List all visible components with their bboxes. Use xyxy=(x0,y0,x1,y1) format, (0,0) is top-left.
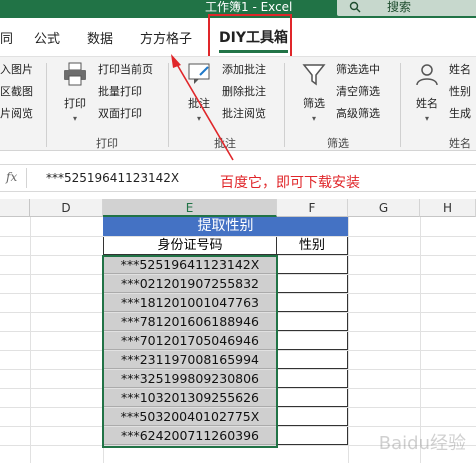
selection-border xyxy=(102,255,278,448)
select-all-corner[interactable] xyxy=(0,199,30,217)
sex-cell[interactable] xyxy=(277,256,348,274)
column-title-id[interactable]: 身份证号码 xyxy=(103,237,277,255)
column-header-d[interactable]: D xyxy=(30,199,103,217)
sex-cell[interactable] xyxy=(277,427,348,445)
sex-cell[interactable] xyxy=(277,294,348,312)
sex-cell[interactable] xyxy=(277,370,348,388)
sex-cell[interactable] xyxy=(277,313,348,331)
table-title-cell[interactable]: 提取性别 xyxy=(103,217,348,236)
column-header-g[interactable]: G xyxy=(348,199,420,217)
column-header-f[interactable]: F xyxy=(277,199,348,217)
annotation-text: 百度它，即可下载安装 xyxy=(220,175,360,191)
sex-cell[interactable] xyxy=(277,351,348,369)
sex-cell[interactable] xyxy=(277,389,348,407)
watermark: Baidu经验 xyxy=(378,433,466,454)
column-title-sex[interactable]: 性别 xyxy=(277,237,348,255)
sex-cell[interactable] xyxy=(277,408,348,426)
column-header-e[interactable]: E xyxy=(103,199,277,217)
sex-cell[interactable] xyxy=(277,275,348,293)
column-header-h[interactable]: H xyxy=(420,199,476,217)
sex-cell[interactable] xyxy=(277,332,348,350)
